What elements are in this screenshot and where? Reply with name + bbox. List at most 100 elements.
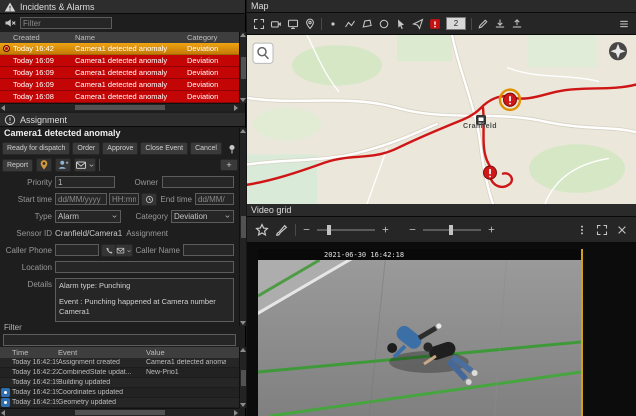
point-draw-icon[interactable] (327, 18, 339, 30)
order-button[interactable]: Order (72, 142, 100, 155)
close-event-button[interactable]: Close Event (140, 142, 188, 155)
category-label: Category (122, 212, 168, 221)
incident-row[interactable]: Today 16:09 Camera1 detected anomaly Dev… (0, 55, 239, 67)
map-canvas[interactable]: Cranfield (247, 35, 636, 204)
menu-icon[interactable] (618, 18, 630, 30)
incidents-vertical-scrollbar[interactable] (239, 32, 246, 103)
start-time-input[interactable] (109, 193, 139, 205)
mute-icon[interactable] (4, 17, 16, 29)
report-button[interactable]: Report (2, 159, 33, 172)
fullscreen-icon[interactable] (253, 18, 265, 30)
add-button[interactable]: + (220, 159, 238, 171)
clock-button[interactable] (141, 193, 157, 206)
col-name[interactable]: Name (75, 33, 187, 42)
add-person-button[interactable] (55, 158, 71, 172)
log-row[interactable]: Today 16:42:22 CombinedState updat... Ne… (0, 368, 239, 378)
incidents-filter-input[interactable] (20, 17, 112, 29)
expand-tile-icon[interactable] (596, 224, 608, 236)
end-date-input[interactable] (195, 193, 234, 205)
monitor-icon[interactable] (287, 18, 299, 30)
owner-label: Owner (118, 178, 158, 187)
col-value[interactable]: Value (146, 348, 226, 357)
log-value: Camera1 detected anomaly (146, 359, 226, 366)
playback-speed-slider[interactable] (423, 229, 481, 231)
send-plane-icon[interactable] (412, 18, 424, 30)
log-time: Today 16:42:19 (0, 359, 58, 366)
assignment-title: Camera1 detected anomaly (4, 128, 121, 138)
type-select[interactable]: Alarm (55, 210, 121, 223)
send-email-button[interactable] (74, 158, 96, 172)
zoom-out-icon[interactable] (302, 225, 311, 234)
zoom-level-input[interactable] (446, 17, 466, 30)
location-pin-button[interactable] (36, 158, 52, 172)
pushpin-icon[interactable] (226, 143, 238, 155)
close-icon[interactable] (616, 224, 628, 236)
cursor-icon[interactable] (395, 18, 407, 30)
zoom-in-icon[interactable] (381, 225, 390, 234)
alarm-layer-icon[interactable] (429, 18, 441, 30)
volume-up-icon[interactable] (487, 225, 496, 234)
pencil-icon[interactable] (477, 18, 489, 30)
volume-down-icon[interactable] (408, 225, 417, 234)
col-time[interactable]: Time (0, 348, 58, 357)
compass-icon[interactable] (609, 42, 627, 60)
chevron-down-icon (111, 213, 118, 220)
incident-row[interactable]: Today 16:09 Camera1 detected anomaly Dev… (0, 79, 239, 91)
video-tile-selected[interactable]: 2021-06-30 16:42:18 (258, 249, 583, 416)
incidents-horizontal-scrollbar[interactable] (0, 103, 239, 111)
caller-name-input[interactable] (183, 244, 234, 256)
approve-button[interactable]: Approve (102, 142, 138, 155)
upload-icon[interactable] (511, 18, 523, 30)
log-row[interactable]: Today 16:42:19 Geometry updated (0, 398, 239, 408)
polyline-draw-icon[interactable] (344, 18, 356, 30)
log-filter-input[interactable] (3, 334, 236, 346)
digital-zoom-slider[interactable] (317, 229, 375, 231)
log-row[interactable]: Today 16:42:19 Coordinates updated (0, 388, 239, 398)
star-icon[interactable] (255, 223, 269, 237)
download-icon[interactable] (494, 18, 506, 30)
alarm-marker[interactable] (484, 166, 497, 179)
owner-input[interactable] (162, 176, 234, 188)
priority-input[interactable] (55, 176, 115, 188)
col-category[interactable]: Category (187, 33, 239, 42)
start-date-input[interactable] (55, 193, 107, 205)
email-icon (116, 246, 125, 255)
kebab-menu-icon[interactable] (576, 224, 588, 236)
ready-for-dispatch-button[interactable]: Ready for dispatch (2, 142, 70, 155)
assignment-vertical-scrollbar[interactable] (239, 128, 246, 326)
cancel-button[interactable]: Cancel (190, 142, 222, 155)
caller-phone-input[interactable] (55, 244, 99, 256)
log-row[interactable]: Today 16:42:19 Assignment created Camera… (0, 358, 239, 368)
assignment-header[interactable]: Assignment (0, 113, 245, 127)
log-vertical-scrollbar[interactable] (239, 347, 246, 408)
incidents-header[interactable]: Incidents & Alarms (0, 0, 245, 14)
details-line1: Alarm type: Punching (59, 281, 230, 291)
map-panel-header[interactable]: Map (247, 0, 636, 13)
incidents-column-header[interactable]: Created Name Category (0, 32, 239, 43)
mail-caller-button[interactable] (115, 244, 133, 257)
map-search-control[interactable] (253, 43, 273, 63)
log-column-header[interactable]: Time Event Value (0, 347, 239, 358)
app-window: Incidents & Alarms Created Name Category… (0, 0, 636, 416)
details-line2: Event : Punching happened at Camera numb… (59, 297, 230, 317)
location-input[interactable] (55, 261, 234, 273)
incident-name: Camera1 detected anomaly (75, 68, 187, 77)
camera-icon[interactable] (270, 18, 282, 30)
incident-row[interactable]: Today 16:08 Camera1 detected anomaly Dev… (0, 91, 239, 103)
col-event[interactable]: Event (58, 348, 146, 357)
brush-icon[interactable] (275, 223, 289, 237)
category-select[interactable]: Deviation (171, 210, 234, 223)
video-panel-header[interactable]: Video grid (247, 204, 636, 217)
col-created[interactable]: Created (13, 33, 75, 42)
email-icon (75, 159, 87, 171)
incident-row-selected[interactable]: Today 16:42 Camera1 detected anomaly Dev… (0, 43, 239, 55)
polygon-draw-icon[interactable] (361, 18, 373, 30)
details-textarea[interactable]: Alarm type: Punching Event : Punching ha… (55, 278, 234, 322)
map-pin-icon[interactable] (304, 18, 316, 30)
log-row[interactable]: Today 16:42:19 Building updated (0, 378, 239, 388)
log-event: Coordinates updated (58, 389, 146, 396)
circle-draw-icon[interactable] (378, 18, 390, 30)
log-horizontal-scrollbar[interactable] (0, 408, 239, 416)
start-time-label: Start time (2, 195, 52, 204)
incident-row[interactable]: Today 16:09 Camera1 detected anomaly Dev… (0, 67, 239, 79)
